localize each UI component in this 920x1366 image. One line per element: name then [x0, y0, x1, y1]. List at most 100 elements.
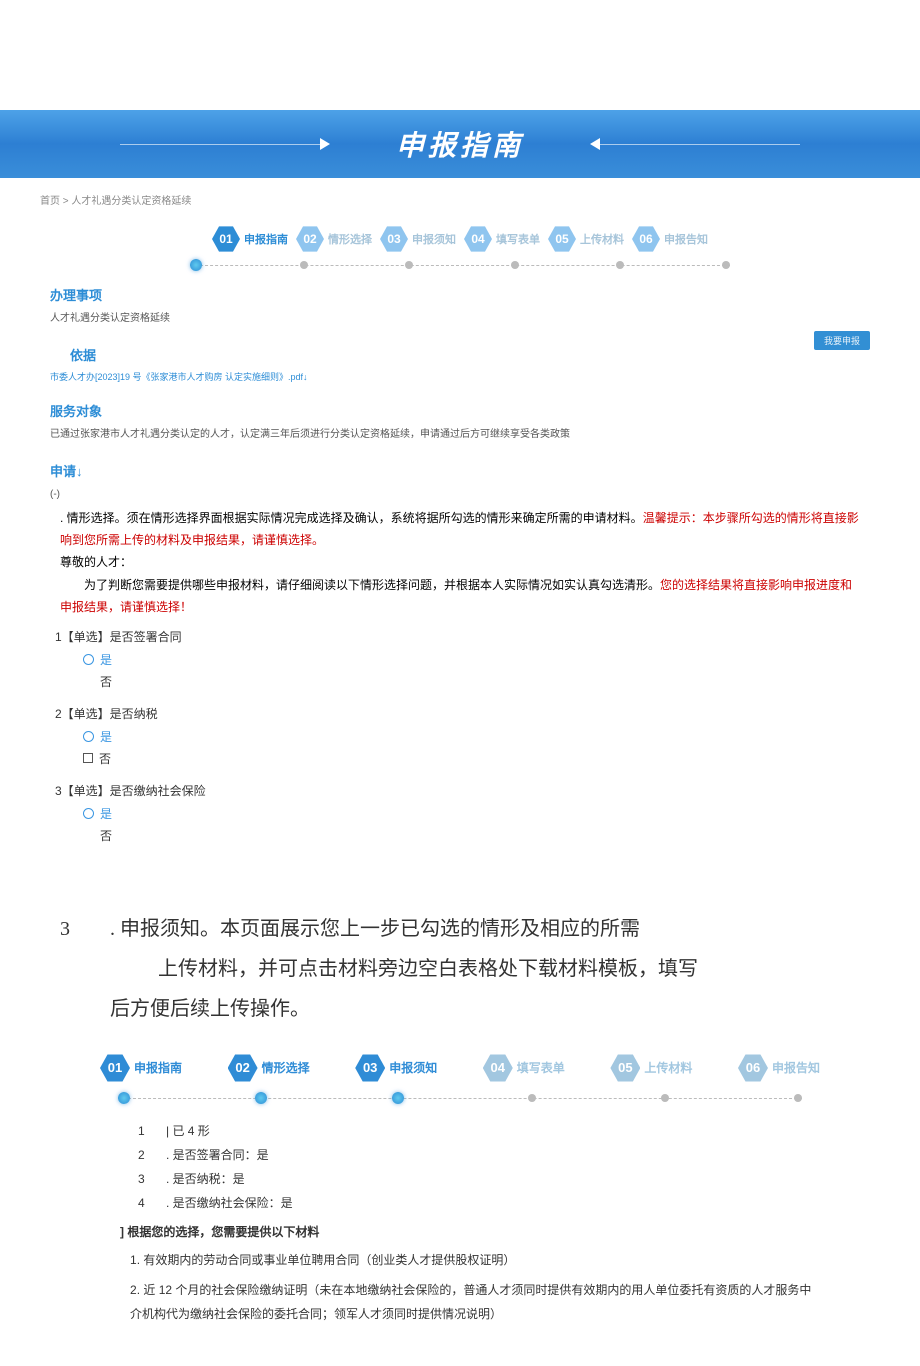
body-line3: 后方便后续上传操作。 — [60, 989, 860, 1029]
selected-item-2: . 是否纳税：是 — [166, 1172, 245, 1186]
hex-06-icon: 06 — [738, 1053, 768, 1083]
step-4[interactable]: 04 填写表单 — [464, 225, 540, 253]
dot-6-icon — [722, 261, 730, 269]
apply-button[interactable]: 我要申报 — [814, 331, 870, 350]
dot-1-icon — [190, 259, 202, 271]
basis-pdf-link[interactable]: 市委人才办[2023]19 号《张家港市人才购房 认定实施细则》.pdf↓ — [50, 370, 870, 383]
body-paragraph: 3. 申报须知。本页面展示您上一步已勾选的情形及相应的所需 上传材料，并可点击材… — [0, 849, 920, 1049]
step-6[interactable]: 06 申报告知 — [632, 225, 708, 253]
q1-yes-label: 是 — [100, 651, 112, 668]
body-line2: 上传材料，并可点击材料旁边空白表格处下载材料模板，填写 — [60, 949, 860, 989]
section-item: 办理事项 人才礼遇分类认定资格延续 — [0, 271, 920, 331]
section-target-title: 服务对象 — [50, 401, 870, 420]
step-3-label: 申报须知 — [412, 231, 456, 247]
question-2: 2【单选】是否纳税 是 否 — [0, 695, 920, 767]
q3-yes-label: 是 — [100, 805, 112, 822]
progress-track — [190, 259, 730, 271]
banner-title: 申报指南 — [396, 124, 524, 164]
s2-step-2-label: 情形选择 — [262, 1059, 310, 1076]
dot-3-icon — [405, 261, 413, 269]
checkbox-icon — [83, 753, 93, 763]
mat-num: 1 — [130, 1253, 137, 1267]
notice-p1a: . 情形选择。须在情形选择界面根据实际情况完成选择及确认，系统将据所勾选的情形来… — [60, 511, 643, 525]
arrow-left-icon — [320, 138, 330, 150]
s2-step-4[interactable]: 04 填写表单 — [483, 1053, 565, 1083]
q2-title: 2【单选】是否纳税 — [55, 705, 865, 722]
step-6-label: 申报告知 — [664, 231, 708, 247]
q2-yes-label: 是 — [100, 728, 112, 745]
materials-list: 1. 有效期内的劳动合同或事业单位聘用合同（创业类人才提供股权证明） 2. 近 … — [100, 1248, 820, 1326]
question-1: 1【单选】是否签署合同 是 否 — [0, 618, 920, 690]
s2-step-6-label: 申报告知 — [772, 1059, 820, 1076]
radio-icon — [83, 731, 94, 742]
selected-header: | 已 4 形 — [166, 1124, 210, 1138]
q1-yes[interactable]: 是 — [55, 651, 865, 668]
body-num: 3 — [60, 909, 110, 949]
hex-03-icon: 03 — [355, 1053, 385, 1083]
s2-step-3[interactable]: 03 申报须知 — [355, 1053, 437, 1083]
step-1-label: 申报指南 — [244, 231, 288, 247]
hex-06-icon: 06 — [632, 225, 660, 253]
step-4-label: 填写表单 — [496, 231, 540, 247]
step-2[interactable]: 02 情形选择 — [296, 225, 372, 253]
mat-num: 2 — [130, 1283, 137, 1297]
dot2-6-icon — [794, 1094, 802, 1102]
q1-no-label: 否 — [100, 673, 112, 690]
dot2-4-icon — [528, 1094, 536, 1102]
q3-yes[interactable]: 是 — [55, 805, 865, 822]
q1-no[interactable]: 否 — [55, 673, 865, 690]
q2-yes[interactable]: 是 — [55, 728, 865, 745]
s2-step-1-label: 申报指南 — [134, 1059, 182, 1076]
dot2-2-icon — [255, 1092, 267, 1104]
step-5-label: 上传材料 — [580, 231, 624, 247]
s2-step-3-label: 申报须知 — [389, 1059, 437, 1076]
hex-05-icon: 05 — [610, 1053, 640, 1083]
radio-icon — [83, 808, 94, 819]
q1-title: 1【单选】是否签署合同 — [55, 628, 865, 645]
s2-step-5-label: 上传材料 — [644, 1059, 692, 1076]
step-3[interactable]: 03 申报须知 — [380, 225, 456, 253]
banner: 申报指南 — [0, 110, 920, 178]
material-1: . 有效期内的劳动合同或事业单位聘用合同（创业类人才提供股权证明） — [137, 1253, 516, 1267]
section-apply: 申请↓ (-) — [0, 447, 920, 507]
dot2-5-icon — [661, 1094, 669, 1102]
s2-step-2[interactable]: 02 情形选择 — [228, 1053, 310, 1083]
step-2-label: 情形选择 — [328, 231, 372, 247]
hex-03-icon: 03 — [380, 225, 408, 253]
step-5[interactable]: 05 上传材料 — [548, 225, 624, 253]
materials-header: ] 根据您的选择，您需要提供以下材料 — [100, 1223, 820, 1240]
section-target: 服务对象 已通过张家港市人才礼遇分类认定的人才，认定满三年后须进行分类认定资格延… — [0, 387, 920, 447]
breadcrumb[interactable]: 首页 > 人才礼遇分类认定资格延续 — [0, 184, 920, 215]
s2-step-5[interactable]: 05 上传材料 — [610, 1053, 692, 1083]
s2-step-4-label: 填写表单 — [517, 1059, 565, 1076]
step-1[interactable]: 01 申报指南 — [212, 225, 288, 253]
selected-item-1: . 是否签署合同：是 — [166, 1148, 269, 1162]
notice-p2: 尊敬的人才： — [60, 551, 860, 573]
dot-2-icon — [300, 261, 308, 269]
steps-row-2: 01 申报指南 02 情形选择 03 申报须知 04 填写表单 05 上传材料 … — [100, 1049, 820, 1087]
q2-no[interactable]: 否 — [55, 750, 865, 767]
section-apply-sub: (-) — [50, 486, 870, 503]
hex-04-icon: 04 — [464, 225, 492, 253]
hex-01-icon: 01 — [212, 225, 240, 253]
dot2-1-icon — [118, 1092, 130, 1104]
progress-track-2 — [118, 1091, 802, 1105]
hex-04-icon: 04 — [483, 1053, 513, 1083]
dot2-3-icon — [392, 1092, 404, 1104]
q2-no-label: 否 — [99, 750, 111, 767]
q3-no[interactable]: 否 — [55, 827, 865, 844]
notice-block: . 情形选择。须在情形选择界面根据实际情况完成选择及确认，系统将据所勾选的情形来… — [0, 507, 920, 618]
dot-4-icon — [511, 261, 519, 269]
s2-step-6[interactable]: 06 申报告知 — [738, 1053, 820, 1083]
notice-p3a: 为了判断您需要提供哪些申报材料，请仔细阅读以下情形选择问题，并根据本人实际情况如… — [60, 578, 660, 592]
section-basis: 依据 市委人才办[2023]19 号《张家港市人才购房 认定实施细则》.pdf↓… — [0, 331, 920, 387]
list-num: 4 — [138, 1191, 166, 1215]
s2-step-1[interactable]: 01 申报指南 — [100, 1053, 182, 1083]
arrow-right-icon — [590, 138, 600, 150]
selected-list: 1| 已 4 形 2. 是否签署合同：是 3. 是否纳税：是 4. 是否缴纳社会… — [100, 1119, 820, 1215]
q3-title: 3【单选】是否缴纳社会保险 — [55, 782, 865, 799]
hex-02-icon: 02 — [228, 1053, 258, 1083]
dot-5-icon — [616, 261, 624, 269]
section-apply-title: 申请↓ — [50, 461, 870, 480]
section-basis-title: 依据 — [50, 345, 870, 364]
